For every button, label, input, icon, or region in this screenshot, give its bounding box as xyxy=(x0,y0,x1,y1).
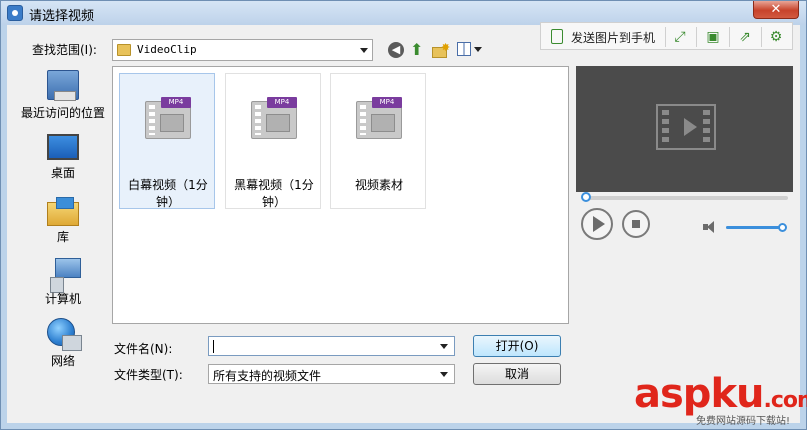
chevron-down-icon[interactable] xyxy=(440,344,448,349)
file-name-label: 白幕视频（1分 钟） xyxy=(128,178,208,209)
file-item[interactable]: MP4 黑幕视频（1分 钟） xyxy=(225,73,321,209)
preview-toolbar: 发送图片到手机 ⤢ ▣ ⇗ ⚙ xyxy=(540,22,793,50)
app-icon xyxy=(7,5,23,21)
network-icon xyxy=(47,318,82,351)
close-button[interactable]: ✕ xyxy=(753,1,799,19)
new-folder-icon[interactable]: ✸ xyxy=(432,41,450,61)
place-label: 库 xyxy=(56,230,69,244)
file-item[interactable]: MP4 视频素材 xyxy=(330,73,426,209)
filename-label: 文件名(N): xyxy=(114,342,173,356)
watermark-tagline: 免费网站源码下载站! xyxy=(696,416,791,427)
file-badge: MP4 xyxy=(161,97,191,108)
places-bar: 最近访问的位置 桌面 库 计算机 网络 xyxy=(17,66,109,386)
toolbar-divider xyxy=(729,27,730,47)
place-network[interactable]: 网络 xyxy=(17,318,109,372)
send-to-phone-button[interactable]: 发送图片到手机 xyxy=(571,29,655,46)
save-icon[interactable]: ▣ xyxy=(704,28,722,46)
video-file-icon: MP4 xyxy=(251,97,297,139)
file-list-view[interactable]: MP4 白幕视频（1分 钟） MP4 黑幕视频（1分 钟） MP4 视频素材 xyxy=(112,66,569,324)
place-label: 网络 xyxy=(50,354,75,368)
lookin-value: VideoClip xyxy=(137,43,197,56)
volume-fill xyxy=(726,226,783,229)
place-computer[interactable]: 计算机 xyxy=(17,256,109,308)
filename-input[interactable] xyxy=(211,338,431,354)
video-placeholder-icon xyxy=(656,104,716,150)
view-menu-icon[interactable] xyxy=(457,42,483,62)
up-folder-icon[interactable]: ⬆ xyxy=(410,41,426,61)
open-button[interactable]: 打开(O) xyxy=(473,335,561,357)
video-file-icon: MP4 xyxy=(145,97,191,139)
window-title: 请选择视频 xyxy=(29,9,95,24)
place-libraries[interactable]: 库 xyxy=(17,194,109,246)
video-file-icon: MP4 xyxy=(356,97,402,139)
fullscreen-icon[interactable]: ⤢ xyxy=(671,28,689,46)
file-item[interactable]: MP4 白幕视频（1分 钟） xyxy=(119,73,215,209)
computer-icon xyxy=(50,258,81,293)
toolbar-divider xyxy=(761,27,762,47)
file-name-label: 黑幕视频（1分 钟） xyxy=(234,178,314,209)
filetype-value: 所有支持的视频文件 xyxy=(213,369,322,383)
progress-slider[interactable] xyxy=(581,192,788,202)
toolbar-divider xyxy=(665,27,666,47)
lookin-dropdown[interactable]: VideoClip xyxy=(112,39,373,61)
place-label: 最近访问的位置 xyxy=(20,106,105,120)
file-badge: MP4 xyxy=(267,97,297,108)
place-recent[interactable]: 最近访问的位置 xyxy=(17,68,109,124)
place-label: 计算机 xyxy=(44,292,81,306)
toolbar-divider xyxy=(696,27,697,47)
volume-icon[interactable] xyxy=(703,220,719,234)
volume-slider[interactable] xyxy=(726,223,787,232)
play-button[interactable] xyxy=(581,208,613,240)
filetype-label: 文件类型(T): xyxy=(114,368,183,382)
chevron-down-icon[interactable] xyxy=(360,48,368,53)
desktop-icon xyxy=(47,134,79,160)
cancel-button[interactable]: 取消 xyxy=(473,363,561,385)
share-icon[interactable]: ⇗ xyxy=(736,28,754,46)
site-watermark: aspku.com 免费网站源码下载站! xyxy=(634,372,807,428)
place-label: 桌面 xyxy=(50,166,75,180)
file-badge: MP4 xyxy=(372,97,402,108)
filename-combo[interactable] xyxy=(208,336,455,356)
recent-places-icon xyxy=(47,70,79,101)
video-preview[interactable] xyxy=(576,66,793,192)
volume-handle[interactable] xyxy=(778,223,787,232)
folder-icon xyxy=(117,44,131,56)
text-caret xyxy=(213,340,214,353)
chevron-down-icon[interactable] xyxy=(440,372,448,377)
place-desktop[interactable]: 桌面 xyxy=(17,132,109,182)
libraries-icon xyxy=(47,197,79,226)
stop-button[interactable] xyxy=(622,210,650,238)
lookin-label: 查找范围(I): xyxy=(32,43,97,57)
gear-icon[interactable]: ⚙ xyxy=(767,28,785,46)
back-icon[interactable]: ◀ xyxy=(388,42,404,58)
send-to-phone-icon xyxy=(551,29,563,44)
file-name-label: 视频素材 xyxy=(354,178,403,192)
filetype-dropdown[interactable]: 所有支持的视频文件 xyxy=(208,364,455,384)
